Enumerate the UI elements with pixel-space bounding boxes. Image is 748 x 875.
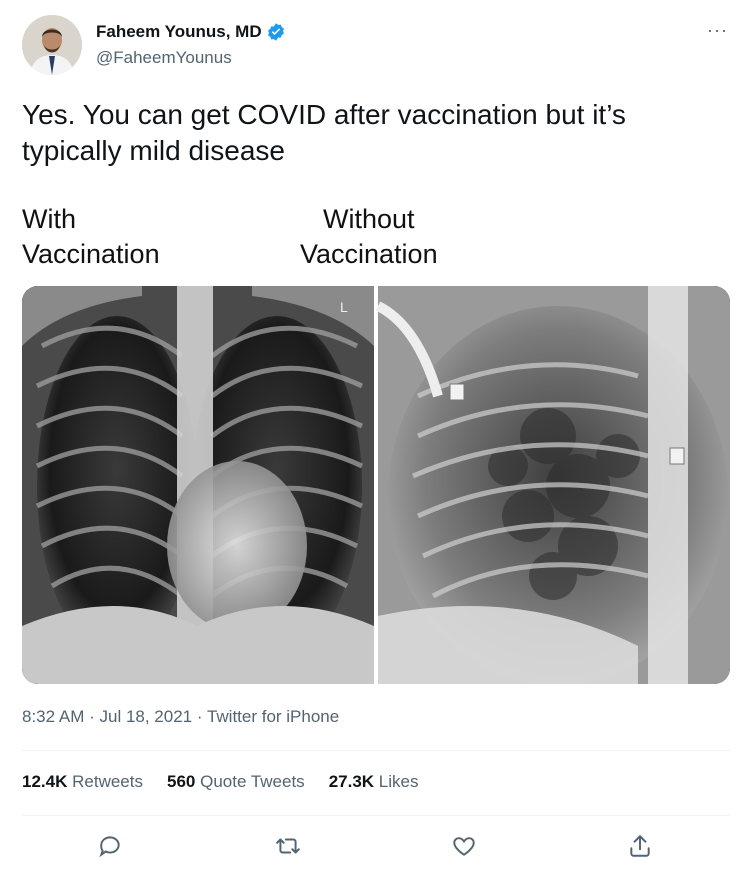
more-options-icon[interactable]: ···: [707, 20, 728, 41]
quote-tweets-stat[interactable]: 560 Quote Tweets: [167, 772, 305, 792]
likes-stat[interactable]: 27.3K Likes: [329, 772, 419, 792]
tweet-text: Yes. You can get COVID after vaccination…: [22, 99, 626, 166]
author-name[interactable]: Faheem Younus, MD: [96, 22, 262, 42]
divider: [22, 750, 730, 751]
verified-badge-icon: [266, 22, 286, 42]
reply-icon[interactable]: [90, 826, 130, 866]
tweet-time[interactable]: 8:32 AM: [22, 707, 84, 726]
right-caption: Without Vaccination: [300, 204, 438, 269]
author-name-row[interactable]: Faheem Younus, MD: [96, 22, 286, 42]
divider: [22, 815, 730, 816]
xray-image-container[interactable]: L: [22, 286, 730, 684]
meta-separator: ·: [192, 707, 207, 726]
xray-with-vaccination: L: [22, 286, 374, 684]
tweet-stats: 12.4K Retweets 560 Quote Tweets 27.3K Li…: [22, 772, 418, 792]
meta-separator: ·: [84, 707, 100, 726]
left-caption: With Vaccination: [22, 204, 160, 269]
tweet-date[interactable]: Jul 18, 2021: [99, 707, 192, 726]
author-handle[interactable]: @FaheemYounus: [96, 48, 232, 68]
xray-without-vaccination: [375, 286, 730, 684]
avatar[interactable]: [22, 15, 82, 75]
xray-images: L: [22, 286, 730, 684]
tweet-source[interactable]: Twitter for iPhone: [207, 707, 339, 726]
tweet-meta: 8:32 AM · Jul 18, 2021 · Twitter for iPh…: [22, 707, 339, 727]
retweet-icon[interactable]: [268, 826, 308, 866]
tweet-media[interactable]: With Vaccination Without Vaccination L: [22, 202, 730, 686]
share-icon[interactable]: [620, 826, 660, 866]
tweet-actions: [22, 826, 730, 866]
heart-icon[interactable]: [444, 826, 484, 866]
retweets-stat[interactable]: 12.4K Retweets: [22, 772, 143, 792]
xray-marker: L: [340, 299, 348, 315]
